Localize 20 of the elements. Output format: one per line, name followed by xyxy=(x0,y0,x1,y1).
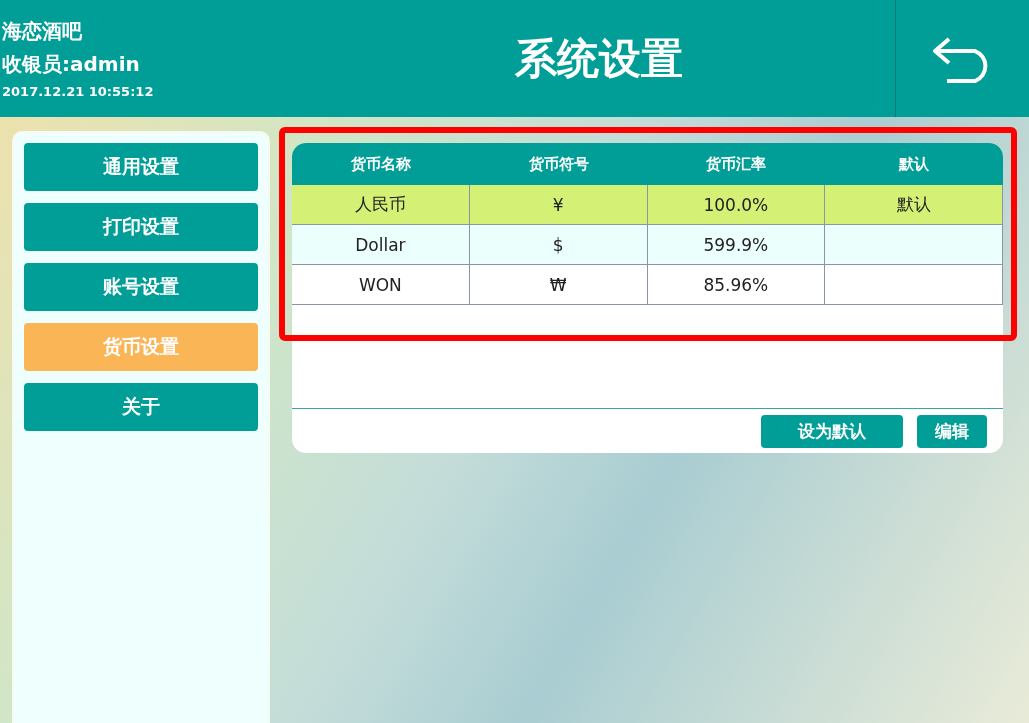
table-cell[interactable]: 100.0% xyxy=(647,185,826,225)
column-header: 货币符号 xyxy=(469,143,648,185)
table-cell[interactable]: ₩ xyxy=(469,265,648,305)
page-title: 系统设置 xyxy=(514,32,683,85)
table-cell[interactable]: 人民币 xyxy=(292,185,470,225)
table-cell[interactable]: $ xyxy=(469,225,648,265)
column-header: 货币名称 xyxy=(292,143,470,185)
table-cell[interactable]: WON xyxy=(292,265,470,305)
table-cell[interactable]: 599.9% xyxy=(647,225,826,265)
cashier-label: 收银员:admin xyxy=(2,51,141,78)
table-cell[interactable] xyxy=(825,265,1003,305)
store-name: 海恋酒吧 xyxy=(2,18,83,45)
column-header: 货币汇率 xyxy=(647,143,826,185)
datetime-label: 2017.12.21 10:55:12 xyxy=(2,84,155,99)
table-cell[interactable]: 默认 xyxy=(825,185,1003,225)
table-cell[interactable]: ¥ xyxy=(469,185,648,225)
table-cell[interactable]: Dollar xyxy=(292,225,470,265)
table-cell[interactable]: 85.96% xyxy=(647,265,826,305)
table-cell[interactable] xyxy=(825,225,1003,265)
column-header: 默认 xyxy=(825,143,1003,185)
